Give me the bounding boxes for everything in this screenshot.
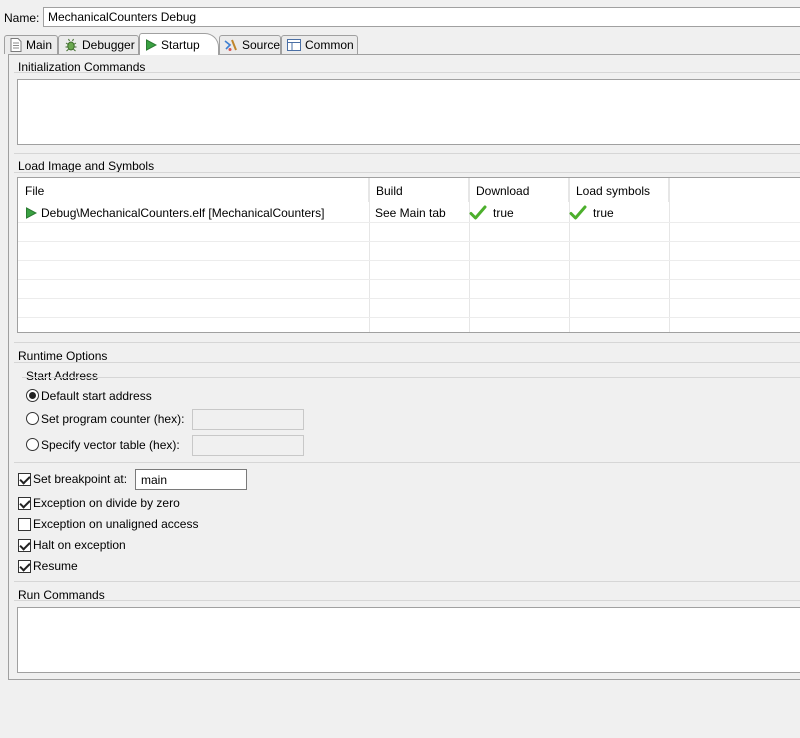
name-input[interactable] <box>43 7 800 27</box>
grid-line <box>18 317 800 318</box>
vector-table-input <box>192 435 304 456</box>
file-name: Debug\MechanicalCounters.elf [Mechanical… <box>41 206 325 220</box>
startup-panel <box>8 54 800 680</box>
run-commands-group-line <box>14 600 800 601</box>
run-commands-textarea[interactable] <box>17 607 800 673</box>
resume-checkbox[interactable] <box>18 560 31 573</box>
tab-source[interactable]: Source <box>219 35 281 54</box>
grid-line <box>569 178 570 332</box>
tab-debugger[interactable]: Debugger <box>58 35 139 54</box>
start-address-title: Start Address <box>26 369 99 383</box>
checkmark-icon <box>469 205 487 220</box>
build-cell: See Main tab <box>375 206 446 220</box>
grid-line <box>18 279 800 280</box>
set-program-counter-label[interactable]: Set program counter (hex): <box>41 412 184 426</box>
name-label: Name: <box>4 11 40 25</box>
play-icon <box>146 38 157 51</box>
play-icon <box>26 207 37 219</box>
table-icon <box>287 39 301 51</box>
download-value: true <box>493 206 514 220</box>
program-counter-input <box>192 409 304 430</box>
init-commands-textarea[interactable] <box>17 79 800 145</box>
grid-line <box>18 260 800 261</box>
column-header-file[interactable]: File <box>18 178 369 202</box>
bug-icon <box>65 38 77 52</box>
start-address-group-line <box>22 377 800 378</box>
section-separator <box>14 462 800 463</box>
specify-vector-table-radio[interactable] <box>26 438 39 451</box>
column-header-download[interactable]: Download <box>469 178 569 202</box>
exception-divide-by-zero-checkbox[interactable] <box>18 497 31 510</box>
tab-startup-label: Startup <box>161 37 200 52</box>
section-separator <box>14 153 800 154</box>
file-cell: Debug\MechanicalCounters.elf [Mechanical… <box>25 203 324 223</box>
section-separator <box>14 342 800 343</box>
tab-startup[interactable]: Startup <box>139 33 219 55</box>
load-symbols-cell[interactable]: true <box>569 203 614 223</box>
load-image-group-line <box>14 172 800 173</box>
runtime-options-group-line <box>14 362 800 363</box>
halt-on-exception-label[interactable]: Halt on exception <box>33 538 126 552</box>
init-commands-group-line <box>14 72 800 73</box>
tab-debugger-label: Debugger <box>82 38 135 52</box>
load-image-table[interactable]: File Build Download Load symbols Debug\M… <box>17 177 800 333</box>
download-cell[interactable]: true <box>469 203 514 223</box>
tab-main-label: Main <box>26 38 53 52</box>
halt-on-exception-checkbox[interactable] <box>18 539 31 552</box>
grid-line <box>18 298 800 299</box>
tab-source-label: Source <box>242 38 281 52</box>
set-program-counter-radio[interactable] <box>26 412 39 425</box>
set-breakpoint-checkbox[interactable] <box>18 473 31 486</box>
tab-common-label: Common <box>305 38 354 52</box>
grid-line <box>469 178 470 332</box>
specify-vector-table-label[interactable]: Specify vector table (hex): <box>41 438 180 452</box>
set-breakpoint-label[interactable]: Set breakpoint at: <box>33 472 127 486</box>
source-icon <box>224 39 237 51</box>
section-separator <box>14 581 800 582</box>
exception-unaligned-access-label[interactable]: Exception on unaligned access <box>33 517 198 531</box>
runtime-options-title: Runtime Options <box>18 349 108 363</box>
column-header-load-symbols[interactable]: Load symbols <box>569 178 669 202</box>
tab-common[interactable]: Common <box>281 35 358 54</box>
tab-main[interactable]: Main <box>4 35 58 54</box>
exception-divide-by-zero-label[interactable]: Exception on divide by zero <box>33 496 180 510</box>
load-symbols-value: true <box>593 206 614 220</box>
tab-bar: Main Debugger Startup Source Common <box>0 33 800 55</box>
column-header-build[interactable]: Build <box>369 178 469 202</box>
grid-line <box>669 178 670 332</box>
exception-unaligned-access-checkbox[interactable] <box>18 518 31 531</box>
load-image-title: Load Image and Symbols <box>18 159 155 173</box>
default-start-address-radio[interactable] <box>26 389 39 402</box>
resume-label[interactable]: Resume <box>33 559 78 573</box>
breakpoint-input[interactable] <box>135 469 247 490</box>
default-start-address-label[interactable]: Default start address <box>41 389 152 403</box>
grid-line <box>369 178 370 332</box>
checkmark-icon <box>569 205 587 220</box>
document-icon <box>10 38 22 52</box>
grid-line <box>18 241 800 242</box>
